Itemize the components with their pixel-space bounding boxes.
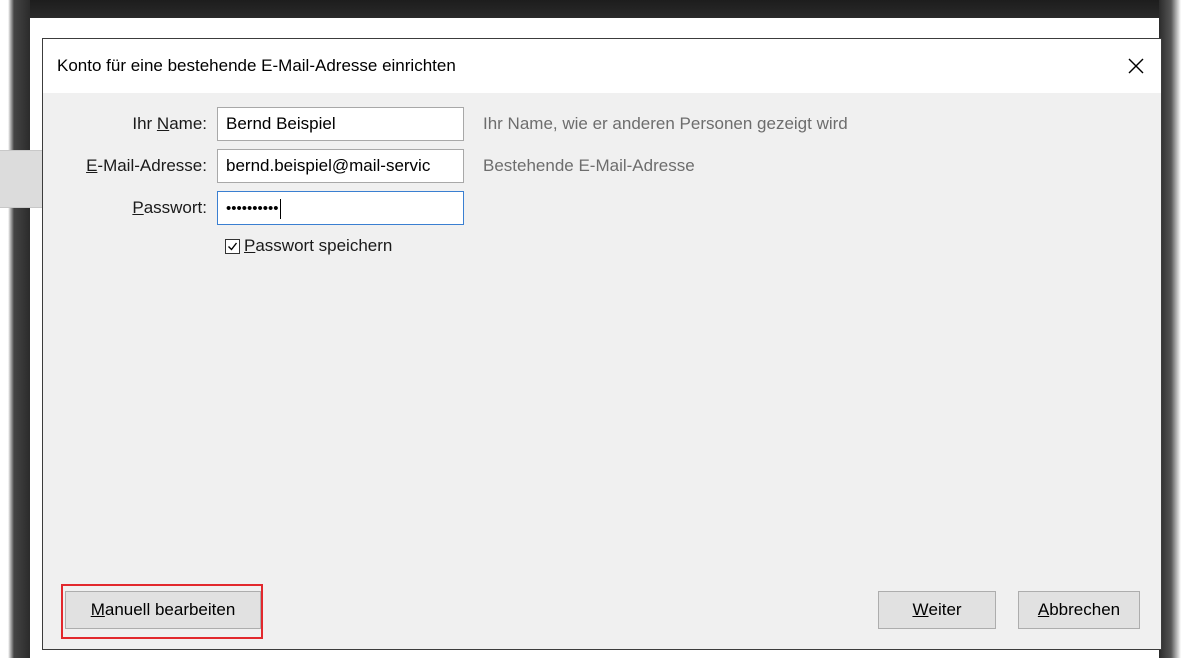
email-label: E-Mail-Adresse: (86, 156, 207, 175)
window-shadow-left (0, 0, 30, 658)
dialog-title: Konto für eine bestehende E-Mail-Adresse… (57, 56, 456, 75)
window-shadow-right (1159, 0, 1183, 658)
name-hint: Ihr Name, wie er anderen Personen gezeig… (483, 114, 848, 133)
checkmark-icon (228, 242, 238, 251)
remember-password-checkbox[interactable]: Passwort speichern (225, 235, 392, 257)
dialog-titlebar: Konto für eine bestehende E-Mail-Adresse… (43, 39, 1161, 93)
password-label: Passwort: (132, 198, 207, 217)
email-row: E-Mail-Adresse: bernd.beispiel@mail-serv… (43, 149, 1161, 183)
account-setup-dialog: Konto für eine bestehende E-Mail-Adresse… (42, 38, 1162, 650)
password-input[interactable]: •••••••••• (217, 191, 464, 225)
close-button[interactable] (1119, 49, 1153, 83)
background-window-strip (0, 150, 42, 208)
checkbox-box[interactable] (225, 238, 240, 254)
email-input[interactable]: bernd.beispiel@mail-servic (217, 149, 464, 183)
password-row: Passwort: •••••••••• (43, 191, 1161, 225)
name-label: Ihr Name: (132, 114, 207, 133)
close-icon (1128, 58, 1144, 74)
text-caret (279, 198, 281, 219)
name-input[interactable]: Bernd Beispiel (217, 107, 464, 141)
cancel-button[interactable]: Abbrechen (1018, 591, 1140, 629)
email-hint: Bestehende E-Mail-Adresse (483, 156, 695, 175)
next-button[interactable]: Weiter (878, 591, 996, 629)
remember-password-label: Passwort speichern (244, 236, 393, 255)
highlight-annotation (61, 584, 263, 639)
name-row: Ihr Name: Bernd Beispiel Ihr Name, wie e… (43, 107, 1161, 141)
